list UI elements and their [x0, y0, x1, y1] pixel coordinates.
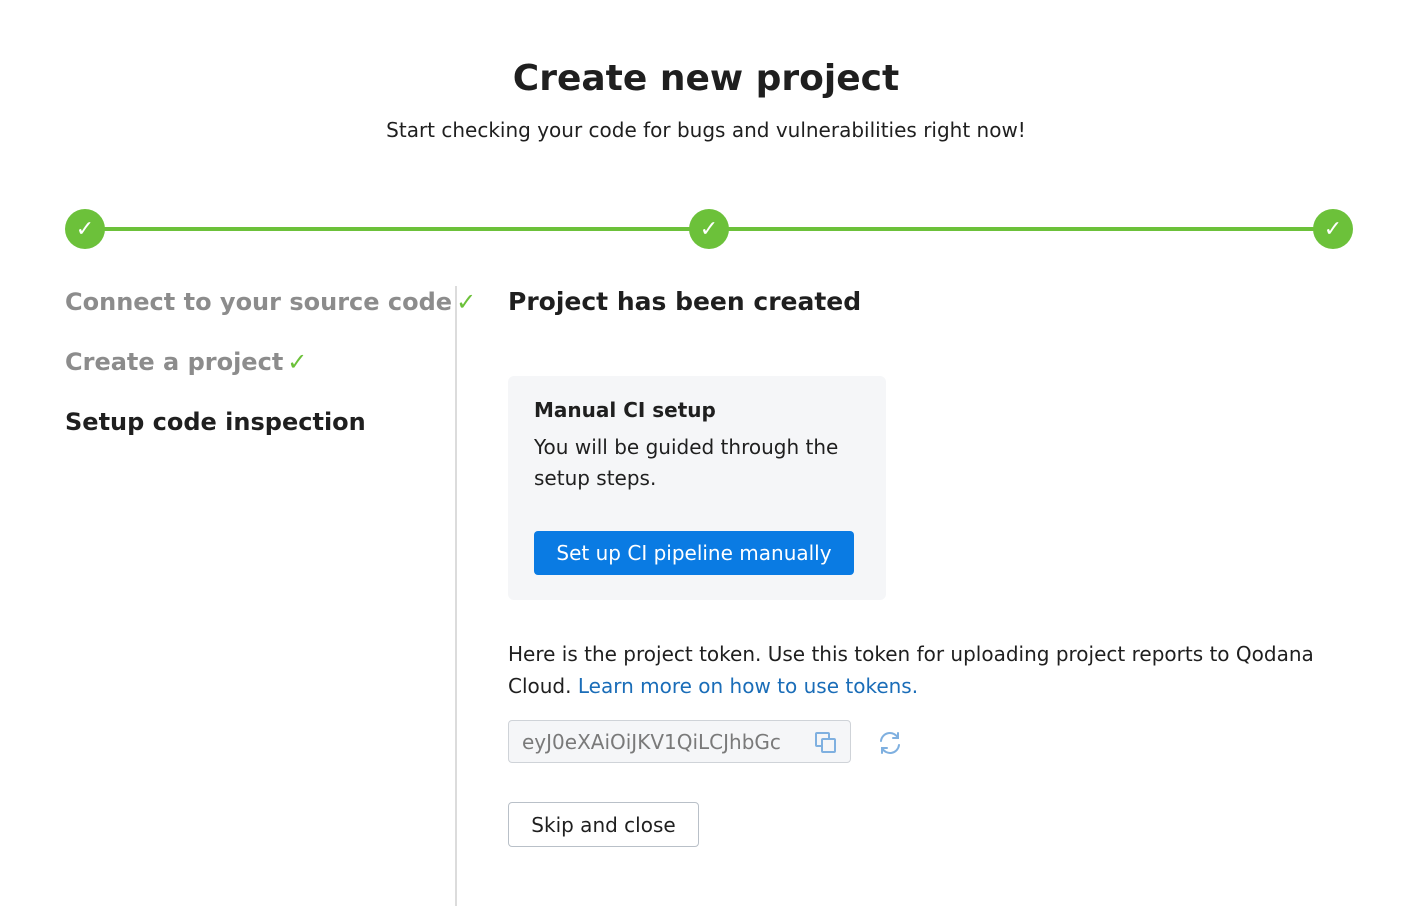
step-label: Connect to your source code	[65, 288, 453, 316]
learn-tokens-link[interactable]: Learn more on how to use tokens.	[578, 674, 918, 698]
create-project-page: Create new project Start checking your c…	[0, 0, 1412, 910]
card-title: Manual CI setup	[534, 398, 716, 422]
step-create-project: Create a project ✓	[65, 344, 445, 404]
done-check-icon: ✓	[456, 288, 477, 316]
step-setup-inspection: Setup code inspection	[65, 404, 445, 464]
card-text: You will be guided through the setup ste…	[534, 435, 839, 490]
token-field[interactable]: eyJ0eXAiOiJKV1QiLCJhbGc	[508, 720, 851, 763]
step-1-check-icon: ✓	[65, 209, 105, 249]
step-label: Setup code inspection	[65, 408, 366, 436]
copy-icon[interactable]	[814, 731, 838, 755]
page-title: Create new project	[512, 58, 900, 99]
token-description: Here is the project token. Use this toke…	[508, 638, 1368, 702]
steps-list: Connect to your source code ✓ Create a pr…	[65, 284, 476, 464]
main-content: Project has been created Manual CI setup…	[508, 284, 1368, 847]
manual-ci-card: Manual CI setup You will be guided throu…	[508, 376, 886, 600]
page-subtitle: Start checking your code for bugs and vu…	[386, 118, 1026, 142]
setup-ci-button[interactable]: Set up CI pipeline manually	[534, 531, 854, 575]
step-connect-source: Connect to your source code ✓	[65, 284, 476, 344]
step-label: Create a project	[65, 348, 284, 376]
skip-close-button[interactable]: Skip and close	[508, 802, 699, 847]
step-3-check-icon: ✓	[1313, 209, 1353, 249]
step-2-check-icon: ✓	[689, 209, 729, 249]
progress-bar: ✓ ✓ ✓	[65, 209, 1353, 249]
token-value: eyJ0eXAiOiJKV1QiLCJhbGc	[522, 729, 781, 754]
refresh-icon[interactable]	[877, 730, 903, 756]
vertical-divider	[455, 286, 457, 906]
content-title: Project has been created	[508, 287, 862, 316]
done-check-icon: ✓	[287, 348, 308, 376]
